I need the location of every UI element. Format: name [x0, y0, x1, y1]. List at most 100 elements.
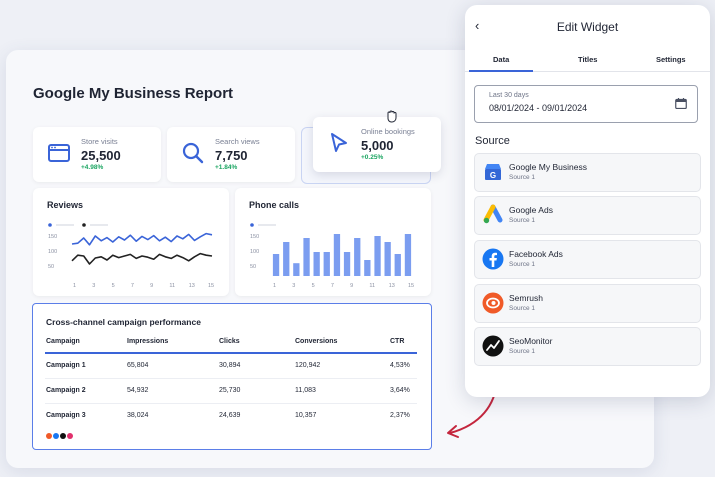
kpi-card-search-views[interactable]: Search views 7,750 +1.84% — [167, 127, 295, 182]
browser-window-icon — [48, 144, 70, 162]
source-sub: Source 1 — [509, 305, 536, 312]
widget-title: Edit Widget — [556, 20, 619, 34]
google-my-business-icon: G — [485, 164, 501, 180]
phone-calls-card[interactable]: Phone calls 150 100 50 1 3 5 7 9 11 13 15 — [235, 188, 431, 296]
table-cell: 25,730 — [219, 387, 241, 394]
header-divider — [45, 352, 417, 354]
y-tick: 100 — [48, 249, 58, 255]
phone-calls-title: Phone calls — [249, 200, 300, 210]
table-cell: 10,357 — [295, 412, 317, 419]
calendar-icon[interactable] — [675, 98, 687, 109]
x-tick: 9 — [150, 283, 154, 289]
date-range-value: 08/01/2024 - 09/01/2024 — [489, 103, 588, 113]
phone-calls-bar — [303, 238, 310, 276]
y-tick: 100 — [250, 249, 260, 255]
source-item-semrush[interactable]: Semrush Source 1 — [474, 284, 701, 323]
table-cell: 3,64% — [390, 387, 410, 394]
table-cell: Campaign 3 — [46, 412, 86, 419]
table-cell: 120,942 — [295, 362, 321, 369]
x-tick: 11 — [169, 283, 176, 289]
x-tick: 7 — [130, 283, 134, 289]
phone-calls-bar — [313, 252, 320, 276]
x-tick: 13 — [188, 283, 195, 289]
table-cell: 11,083 — [295, 387, 316, 394]
x-tick: 15 — [408, 283, 415, 289]
column-header: Conversions — [295, 338, 338, 345]
column-header: CTR — [390, 338, 405, 345]
x-tick: 5 — [111, 283, 115, 289]
phone-calls-bar — [354, 238, 361, 276]
kpi-label: Search views — [215, 137, 260, 146]
y-tick: 150 — [48, 234, 58, 240]
kpi-value: 5,000 — [361, 138, 394, 153]
x-tick: 5 — [311, 283, 315, 289]
x-tick: 11 — [369, 283, 376, 289]
kpi-card-online-bookings[interactable]: Online bookings 5,000 +0.25% — [313, 117, 441, 172]
search-icon — [182, 142, 204, 164]
x-tick: 9 — [350, 283, 354, 289]
table-cell: 65,804 — [127, 362, 149, 369]
source-item-google-ads[interactable]: Google Ads Source 1 — [474, 196, 701, 235]
reviews-series-line-1 — [71, 232, 213, 246]
column-header: Impressions — [127, 338, 169, 345]
source-name: Semrush — [509, 293, 544, 303]
campaign-table-card[interactable]: Cross-channel campaign performance Campa… — [32, 303, 432, 450]
x-tick: 1 — [73, 283, 77, 289]
tab-titles[interactable]: Titles — [578, 55, 597, 64]
date-range-picker[interactable]: Last 30 days 08/01/2024 - 09/01/2024 — [474, 85, 698, 123]
tab-settings[interactable]: Settings — [656, 55, 686, 64]
source-sub: Source 1 — [509, 348, 536, 355]
row-divider — [45, 403, 417, 404]
phone-calls-bar — [283, 242, 290, 276]
source-item-seomonitor[interactable]: SeoMonitor Source 1 — [474, 327, 701, 366]
active-tab-indicator — [469, 70, 533, 72]
reviews-line-chart — [71, 232, 213, 265]
kpi-label: Store visits — [81, 137, 118, 146]
date-range-label: Last 30 days — [489, 92, 529, 99]
phone-calls-bar — [272, 254, 280, 276]
phone-calls-bar — [323, 252, 330, 276]
tab-data[interactable]: Data — [493, 55, 509, 64]
phone-calls-bar — [293, 263, 300, 276]
facebook-icon — [53, 433, 59, 439]
seomonitor-icon — [482, 335, 504, 357]
table-cell: 38,024 — [127, 412, 149, 419]
semrush-icon — [482, 292, 504, 314]
kpi-change: +0.25% — [361, 154, 384, 161]
source-sub: Source 1 — [509, 261, 536, 268]
phone-calls-bar — [404, 234, 412, 276]
grab-hand-icon — [387, 110, 397, 123]
kpi-card-store-visits[interactable]: Store visits 25,500 +4.98% — [33, 127, 161, 182]
source-heading: Source — [475, 135, 510, 147]
column-header: Campaign — [46, 338, 80, 345]
table-cell: 4,53% — [390, 362, 410, 369]
kpi-value: 7,750 — [215, 148, 248, 163]
x-tick: 3 — [292, 283, 296, 289]
source-item-google-my-business[interactable]: G Google My Business Source 1 — [474, 153, 701, 192]
row-divider — [45, 378, 417, 379]
kpi-label: Online bookings — [361, 127, 415, 136]
phone-calls-bar-chart — [272, 234, 412, 276]
source-name: Google My Business — [509, 162, 587, 172]
kpi-change: +4.98% — [81, 164, 104, 171]
source-name: Facebook Ads — [509, 249, 563, 259]
google-ads-icon — [483, 204, 503, 224]
reviews-title: Reviews — [47, 200, 84, 210]
table-cell: Campaign 1 — [46, 362, 86, 369]
seomonitor-icon — [60, 433, 66, 439]
table-cell: 2,37% — [390, 412, 410, 419]
source-name: SeoMonitor — [509, 336, 553, 346]
x-tick: 13 — [388, 283, 395, 289]
facebook-icon — [482, 248, 504, 270]
table-cell: 24,639 — [219, 412, 241, 419]
source-name: Google Ads — [509, 205, 553, 215]
x-tick: 1 — [273, 283, 277, 289]
kpi-change: +1.84% — [215, 164, 238, 171]
reviews-card[interactable]: Reviews 150 100 50 1 3 5 7 9 11 13 15 — [33, 188, 229, 296]
phone-calls-bar — [343, 252, 351, 276]
source-item-facebook-ads[interactable]: Facebook Ads Source 1 — [474, 240, 701, 279]
y-tick: 50 — [250, 264, 257, 270]
semrush-icon — [46, 433, 52, 439]
x-tick: 7 — [330, 283, 334, 289]
svg-text:G: G — [490, 171, 496, 180]
